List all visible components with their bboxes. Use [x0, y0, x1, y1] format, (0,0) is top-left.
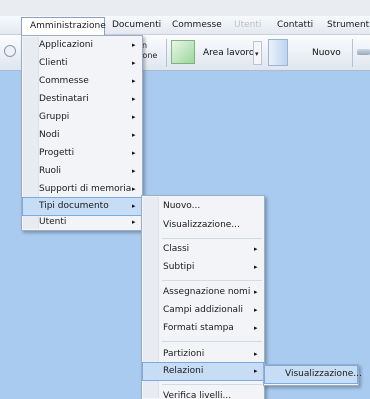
toolbar-overflow-icon[interactable] — [357, 49, 370, 55]
menu-item-label: Commesse — [39, 76, 89, 86]
menu-item-clienti[interactable]: Clienti ▸ — [23, 55, 141, 72]
document-new-icon[interactable] — [268, 39, 288, 66]
menu-item-destinatari[interactable]: Destinatari ▸ — [23, 91, 141, 108]
menu-item-relazioni[interactable]: Relazioni ▸ — [142, 362, 264, 381]
toolbar-divider — [166, 39, 167, 67]
submenu-arrow-icon: ▸ — [132, 113, 136, 121]
menu-amministrazione[interactable]: Amministrazione — [21, 17, 106, 35]
menu-item-label: Partizioni — [163, 349, 205, 359]
tipi-documento-submenu: Nuovo... Visualizzazione... Classi ▸ Sub… — [141, 195, 265, 399]
toolbar-divider — [352, 39, 353, 67]
menu-item-gruppi[interactable]: Gruppi ▸ — [23, 109, 141, 126]
menu-item-ruoli[interactable]: Ruoli ▸ — [23, 163, 141, 180]
submenu-arrow-icon: ▸ — [132, 77, 136, 85]
nuovo-button-label[interactable]: Nuovo — [312, 48, 341, 58]
submenu-arrow-icon: ▸ — [132, 41, 136, 49]
menu-bar: Amministrazione Documenti Commesse Utent… — [0, 16, 370, 35]
menu-separator — [162, 238, 262, 239]
relazioni-submenu: Visualizzazione... — [263, 364, 362, 386]
submenu-arrow-icon: ▸ — [132, 185, 136, 193]
menu-contatti[interactable]: Contatti — [277, 19, 313, 32]
submenu-arrow-icon: ▸ — [132, 149, 136, 157]
menu-item-label: Campi addizionali — [163, 305, 244, 315]
menu-item-supporti-di-memoria[interactable]: Supporti di memoria ▸ — [23, 181, 141, 198]
menu-strumenti[interactable]: Strumenti — [327, 19, 370, 32]
submenu-arrow-icon: ▸ — [254, 306, 258, 314]
menu-item-verifica-livelli[interactable]: Verifica livelli... — [143, 388, 263, 399]
menu-separator — [162, 341, 262, 342]
menu-item-visualizzazione[interactable]: Visualizzazione... — [143, 217, 263, 234]
area-lavoro-dropdown[interactable]: ▾ — [253, 41, 262, 65]
menu-item-progetti[interactable]: Progetti ▸ — [23, 145, 141, 162]
menu-separator — [162, 384, 262, 385]
submenu-arrow-icon: ▸ — [254, 263, 258, 271]
menu-item-relazioni-visualizzazione[interactable]: Visualizzazione... — [264, 365, 362, 384]
submenu-arrow-icon: ▸ — [254, 350, 258, 358]
menu-item-label: Destinatari — [39, 94, 89, 104]
menu-item-subtipi[interactable]: Subtipi ▸ — [143, 259, 263, 276]
menu-item-partizioni[interactable]: Partizioni ▸ — [143, 346, 263, 363]
amministrazione-menu: Applicazioni ▸ Clienti ▸ Commesse ▸ Dest… — [21, 35, 143, 231]
menu-item-label: Clienti — [39, 58, 68, 68]
dropdown-arrow-icon: ▾ — [255, 50, 259, 58]
submenu-arrow-icon: ▸ — [254, 324, 258, 332]
submenu-arrow-icon: ▸ — [254, 245, 258, 253]
menu-item-label: Verifica livelli... — [163, 391, 232, 399]
menu-item-label: Tipi documento — [39, 201, 109, 211]
menu-item-label: Visualizzazione... — [163, 220, 240, 230]
submenu-arrow-icon: ▸ — [132, 167, 136, 175]
menu-item-campi-addizionali[interactable]: Campi addizionali ▸ — [143, 302, 263, 319]
menu-utenti: Utenti — [234, 20, 262, 30]
menu-item-label: Formati stampa — [163, 323, 234, 333]
menu-item-classi[interactable]: Classi ▸ — [143, 241, 263, 258]
menu-item-commesse[interactable]: Commesse ▸ — [23, 73, 141, 90]
menu-item-assegnazione-nomi[interactable]: Assegnazione nomi ▸ — [143, 284, 263, 301]
area-lavoro-button-label[interactable]: Area lavoro — [203, 48, 254, 58]
menu-item-applicazioni[interactable]: Applicazioni ▸ — [23, 37, 141, 54]
menu-item-label: Visualizzazione... — [285, 369, 362, 379]
menu-item-label: Classi — [163, 244, 190, 254]
area-lavoro-icon[interactable] — [171, 40, 195, 64]
menu-item-label: Relazioni — [163, 366, 204, 376]
submenu-arrow-icon: ▸ — [132, 131, 136, 139]
submenu-arrow-icon: ▸ — [132, 218, 136, 226]
menu-item-label: Utenti — [39, 217, 67, 227]
menu-item-label: Gruppi — [39, 112, 70, 122]
menu-item-tipi-documento[interactable]: Tipi documento ▸ — [22, 197, 142, 216]
menu-item-label: Supporti di memoria — [39, 184, 132, 194]
menu-item-formati-stampa[interactable]: Formati stampa ▸ — [143, 320, 263, 337]
submenu-arrow-icon: ▸ — [132, 95, 136, 103]
title-strip — [0, 0, 370, 16]
menu-item-nuovo[interactable]: Nuovo... — [143, 198, 263, 215]
toolbar-partial-label-line1: n — [142, 41, 148, 50]
toolbar-partial-button[interactable]: n zione — [136, 41, 157, 61]
menu-item-label: Assegnazione nomi — [163, 287, 251, 297]
app-window: { "menubar": { "items": [ {"label": "Amm… — [0, 0, 370, 399]
menu-item-label: Subtipi — [163, 262, 195, 272]
menu-separator — [162, 280, 262, 281]
menu-item-label: Nuovo... — [163, 201, 201, 211]
menu-item-label: Applicazioni — [39, 40, 93, 50]
toolbar-circle-icon[interactable] — [4, 45, 16, 57]
menu-documenti[interactable]: Documenti — [112, 19, 161, 32]
menu-item-label: Progetti — [39, 148, 75, 158]
menu-item-nodi[interactable]: Nodi ▸ — [23, 127, 141, 144]
menu-item-label: Nodi — [39, 130, 60, 140]
menu-item-utenti[interactable]: Utenti ▸ — [23, 214, 141, 231]
menu-commesse[interactable]: Commesse — [172, 19, 222, 32]
submenu-arrow-icon: ▸ — [254, 288, 258, 296]
submenu-arrow-icon: ▸ — [132, 202, 136, 210]
submenu-arrow-icon: ▸ — [254, 367, 258, 375]
submenu-arrow-icon: ▸ — [132, 59, 136, 67]
menu-item-label: Ruoli — [39, 166, 62, 176]
